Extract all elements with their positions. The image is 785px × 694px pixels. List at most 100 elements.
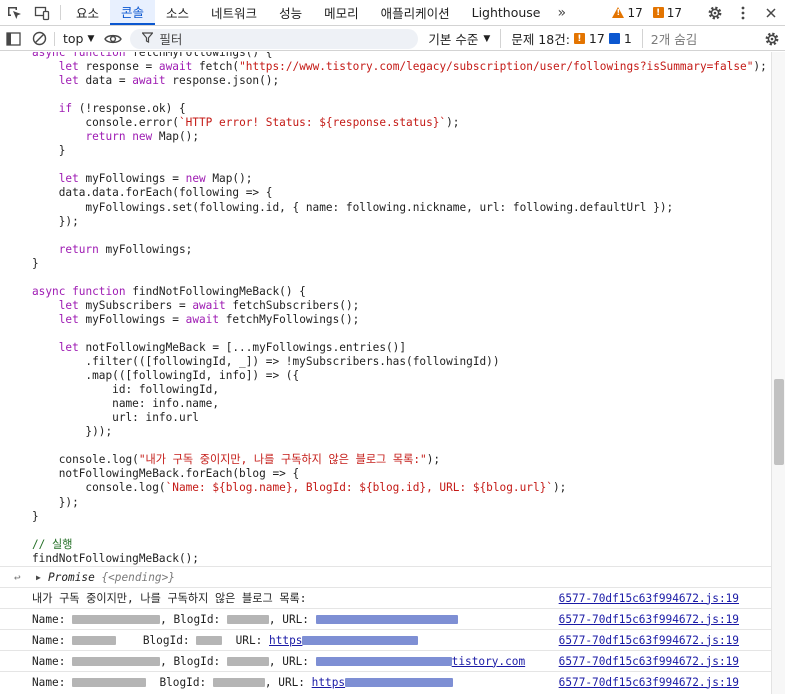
- issue-info-icon: [608, 33, 620, 44]
- log-row: Name: BlogId: URL: https 6577-70df15c63f…: [0, 629, 771, 650]
- dropdown-caret-icon: ▼: [87, 33, 95, 44]
- name-label: Name:: [32, 633, 66, 647]
- tab-sources[interactable]: 소스: [155, 0, 200, 25]
- log-row-text: Name: BlogId: , URL: https: [0, 675, 454, 689]
- url-label: URL:: [282, 612, 309, 626]
- source-link[interactable]: 6577-70df15c63f994672.js:19: [559, 655, 771, 668]
- code-line: console.error(`HTTP error! Status: ${res…: [32, 116, 460, 130]
- devtools-tabbar: 요소 콘솔 소스 네트워크 성능 메모리 애플리케이션 Lighthouse »…: [0, 0, 785, 26]
- source-link[interactable]: 6577-70df15c63f994672.js:19: [559, 613, 771, 626]
- promise-label: Promise: [48, 570, 95, 584]
- code-line: notFollowingMeBack.forEach(blog => {: [32, 467, 300, 481]
- issues-button[interactable]: 문제 18건: ! 17 1: [500, 29, 632, 48]
- redacted-blogid: [212, 678, 265, 687]
- tab-network[interactable]: 네트워크: [200, 0, 268, 25]
- clear-console-icon[interactable]: [26, 27, 52, 51]
- sidebar-toggle-icon[interactable]: [0, 27, 26, 51]
- url-link-prefix[interactable]: https: [312, 676, 345, 689]
- code-line: data.data.forEach(following => {: [32, 186, 273, 200]
- code-line: return myFollowings;: [58, 242, 193, 256]
- errors-badge[interactable]: ! 17: [652, 5, 682, 20]
- source-link[interactable]: 6577-70df15c63f994672.js:19: [559, 592, 771, 605]
- log-row-text: Name: BlogId: URL: https: [0, 633, 419, 647]
- url-label: URL:: [278, 675, 305, 689]
- url-link-prefix[interactable]: https: [269, 634, 302, 647]
- warnings-badge[interactable]: 17: [612, 5, 643, 20]
- url-link-suffix[interactable]: tistory.com: [452, 655, 525, 668]
- inspect-element-icon[interactable]: [0, 0, 28, 25]
- source-link[interactable]: 6577-70df15c63f994672.js:19: [559, 634, 771, 647]
- log-row: Name: BlogId: , URL: https 6577-70df15c6…: [0, 671, 771, 692]
- warnings-count: 17: [627, 5, 643, 20]
- tab-application[interactable]: 애플리케이션: [370, 0, 461, 25]
- return-arrow-icon: ↩: [14, 570, 21, 584]
- console-output[interactable]: async function fetchMyFollowings() { let…: [0, 52, 771, 694]
- tab-performance[interactable]: 성능: [268, 0, 313, 25]
- code-line: let notFollowingMeBack = [...myFollowing…: [58, 340, 407, 354]
- log-row-text: Name: , BlogId: , URL:: [0, 613, 458, 626]
- name-label: Name:: [32, 675, 66, 689]
- filter-input[interactable]: 필터: [130, 28, 419, 49]
- close-devtools-icon[interactable]: [757, 7, 785, 19]
- filter-funnel-icon: [141, 31, 155, 46]
- issue-warning-icon: !: [573, 33, 585, 44]
- scrollbar-thumb[interactable]: [774, 379, 784, 465]
- source-link[interactable]: 6577-70df15c63f994672.js:19: [559, 676, 771, 689]
- context-selector[interactable]: top ▼: [57, 31, 100, 46]
- code-line: async function fetchMyFollowings() {: [32, 52, 273, 59]
- more-tabs-chevron-icon[interactable]: »: [552, 0, 573, 25]
- divider: [60, 5, 61, 20]
- code-line: myFollowings.set(following.id, { name: f…: [32, 200, 674, 214]
- more-options-icon[interactable]: [729, 6, 757, 20]
- settings-gear-icon[interactable]: [701, 5, 729, 21]
- device-toolbar-icon[interactable]: [28, 0, 56, 25]
- promise-text: Promise {<pending>}: [0, 571, 175, 584]
- redacted-blogid: [196, 636, 223, 645]
- console-settings-gear-icon[interactable]: [759, 27, 785, 51]
- tab-elements[interactable]: 요소: [65, 0, 110, 25]
- blogid-label: BlogId:: [173, 654, 221, 668]
- filter-placeholder: 필터: [159, 32, 183, 47]
- url-label: URL:: [235, 633, 263, 647]
- code-line: console.log("내가 구독 중이지만, 나를 구독하지 않은 블로그 …: [32, 453, 441, 467]
- url-label: URL:: [282, 654, 309, 668]
- blogid-label: BlogId:: [142, 633, 190, 647]
- tab-lighthouse[interactable]: Lighthouse: [461, 0, 552, 25]
- log-levels-dropdown[interactable]: 기본 수준 ▼: [428, 29, 490, 48]
- code-line: let data = await response.json();: [58, 74, 280, 88]
- code-line: }: [32, 509, 39, 523]
- console-scrollbar[interactable]: [771, 52, 785, 694]
- tab-memory[interactable]: 메모리: [313, 0, 370, 25]
- code-line: }: [32, 256, 39, 270]
- errors-count: 17: [666, 5, 682, 20]
- name-label: Name:: [32, 612, 66, 626]
- redacted-url-link[interactable]: [315, 615, 458, 624]
- expand-triangle-icon[interactable]: ▶: [36, 573, 41, 582]
- code-line: let response = await fetch("https://www.…: [58, 60, 767, 74]
- code-line: if (!response.ok) {: [58, 102, 186, 116]
- issues-label: 문제 18건:: [511, 32, 570, 47]
- warning-icon: [612, 7, 625, 18]
- redacted-url-link[interactable]: [345, 678, 454, 687]
- redacted-url-link[interactable]: [302, 636, 419, 645]
- tab-console[interactable]: 콘솔: [110, 0, 156, 25]
- redacted-url-link[interactable]: [315, 657, 452, 666]
- divider: [54, 31, 55, 46]
- code-line: .filter(([followingId, _]) => !mySubscri…: [32, 355, 500, 369]
- code-line: name: info.name,: [32, 397, 220, 411]
- log-header-text: 내가 구독 중이지만, 나를 구독하지 않은 블로그 목록:: [32, 592, 307, 605]
- code-line: console.log(`Name: ${blog.name}, BlogId:…: [32, 481, 567, 495]
- promise-result-row[interactable]: ↩ ▶ Promise {<pending>}: [0, 566, 771, 587]
- code-line: }: [32, 144, 66, 158]
- live-expression-eye-icon[interactable]: [100, 27, 126, 51]
- log-row-text: Name: , BlogId: , URL: tistory.com: [32, 654, 526, 668]
- code-line: return new Map();: [85, 130, 200, 144]
- code-line: let mySubscribers = await fetchSubscribe…: [58, 298, 360, 312]
- code-line: }));: [32, 425, 113, 439]
